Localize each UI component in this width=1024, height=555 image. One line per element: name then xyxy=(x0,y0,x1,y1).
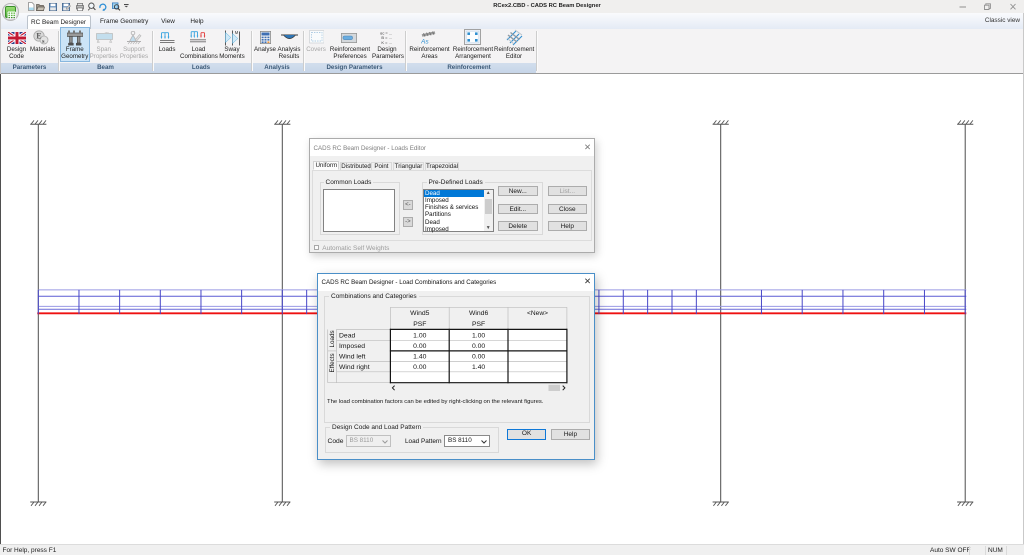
svg-text:1.00: 1.00 xyxy=(413,332,426,339)
svg-text:Wind right: Wind right xyxy=(339,364,370,371)
svg-text:E: E xyxy=(36,32,41,41)
svg-text:0.00: 0.00 xyxy=(472,353,485,360)
svg-text:<New>: <New> xyxy=(527,310,548,317)
svg-text:1.40: 1.40 xyxy=(472,364,485,371)
svg-text:As: As xyxy=(421,39,429,45)
svg-text:0.00: 0.00 xyxy=(472,343,485,350)
svg-text:M: M xyxy=(235,30,239,35)
svg-text:0.00: 0.00 xyxy=(413,343,426,350)
svg-text:1.40: 1.40 xyxy=(413,353,426,360)
svg-text:Wind5: Wind5 xyxy=(410,310,429,317)
svg-text:PSF: PSF xyxy=(472,321,485,328)
svg-text:Effects: Effects xyxy=(329,353,336,372)
svg-text:Dead: Dead xyxy=(339,332,355,339)
svg-text:Wind left: Wind left xyxy=(339,353,366,360)
svg-text:0.00: 0.00 xyxy=(413,364,426,371)
svg-text:K = ...: K = ... xyxy=(381,39,392,43)
svg-text:PSF: PSF xyxy=(413,321,426,328)
svg-text:Imposed: Imposed xyxy=(339,343,365,350)
svg-text:1.00: 1.00 xyxy=(472,332,485,339)
svg-text:Wind6: Wind6 xyxy=(469,310,488,317)
svg-text:Loads: Loads xyxy=(329,330,336,347)
